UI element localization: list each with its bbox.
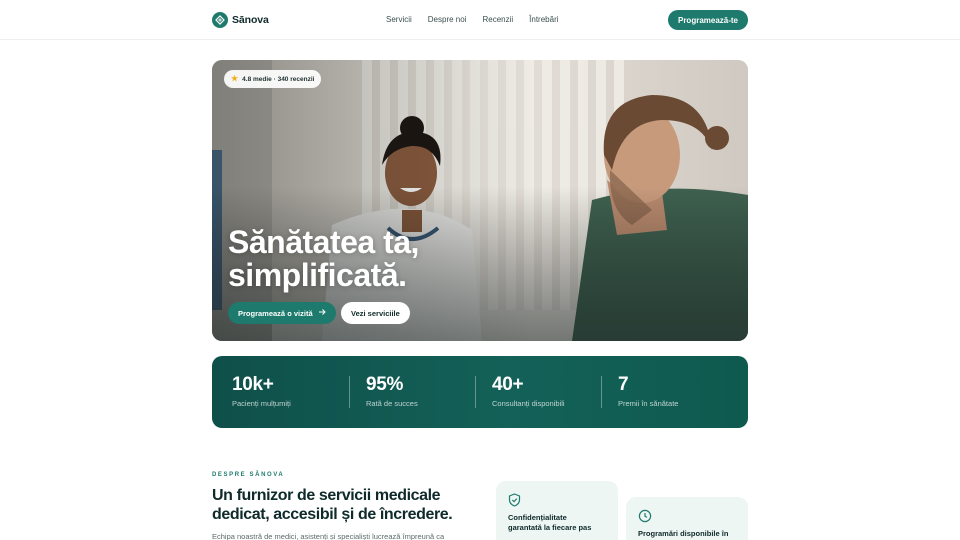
brand-logo-icon [212,12,228,28]
shield-check-icon [508,493,521,512]
nav-link-recenzii[interactable]: Recenzii [482,15,513,24]
stat-success-rate: 95% Rată de succes [366,374,418,408]
rating-badge: ★ 4.8 medie · 340 recenzii [224,70,322,88]
book-visit-button[interactable]: Programează o vizită [228,302,336,324]
feature-text-line-2: garantată la fiecare pas [508,523,592,532]
header-book-button[interactable]: Programează-te [668,10,748,30]
rating-text: 4.8 medie · 340 recenzii [242,75,315,83]
about-body: Echipa noastră de medici, asistenți și s… [212,532,445,540]
stat-divider [349,376,350,408]
feature-card-privacy: Confidențialitate garantată la fiecare p… [496,481,618,540]
stat-label: Consultanți disponibili [492,399,565,408]
book-visit-label: Programează o vizită [238,308,313,318]
hero-title: Sănătatea ta, simplificată. [228,226,419,292]
feature-text: Programări disponibile în [638,529,728,539]
stat-awards: 7 Premii în sănătate [618,374,678,408]
stat-patients: 10k+ Pacienți mulțumiți [232,374,291,408]
hero-photo [212,60,748,341]
stat-value: 40+ [492,374,524,395]
view-services-button[interactable]: Vezi serviciile [341,302,410,324]
nav-link-intrebari[interactable]: Întrebări [529,15,558,24]
about-eyebrow: DESPRE SĀNOVA [212,472,285,478]
stat-consultants: 40+ Consultanți disponibili [492,374,565,408]
stat-label: Pacienți mulțumiți [232,399,291,408]
stat-value: 7 [618,374,629,395]
stats-panel: 10k+ Pacienți mulțumiți 95% Rată de succ… [212,356,748,428]
about-title: Un furnizor de servicii medicale dedicat… [212,487,453,523]
stat-value: 95% [366,374,404,395]
stat-value: 10k+ [232,374,274,395]
stat-label: Rată de succes [366,399,418,408]
feature-text-line-1: Confidențialitate [508,513,567,522]
nav-link-servicii[interactable]: Servicii [386,15,412,24]
hero-title-line-2: simplificată. [228,257,407,293]
stat-divider [475,376,476,408]
brand-name: Sānova [232,14,269,26]
hero-title-line-1: Sănătatea ta, [228,224,419,260]
main-nav: Servicii Despre noi Recenzii Întrebări [386,15,575,24]
brand-logo[interactable]: Sānova [212,12,269,28]
arrow-right-icon [318,308,326,318]
clock-icon [638,509,652,528]
stat-divider [601,376,602,408]
feature-text-line-1: Programări disponibile în [638,529,729,538]
stat-label: Premii în sănătate [618,399,679,408]
hero-banner: ★ 4.8 medie · 340 recenzii Sănătatea ta,… [212,60,748,341]
star-icon: ★ [231,74,239,83]
nav-link-despre-noi[interactable]: Despre noi [428,15,467,24]
feature-card-appointments: Programări disponibile în [626,497,748,540]
feature-text: Confidențialitate garantată la fiecare p… [508,513,591,533]
top-navbar: Sānova Servicii Despre noi Recenzii Într… [0,0,960,40]
